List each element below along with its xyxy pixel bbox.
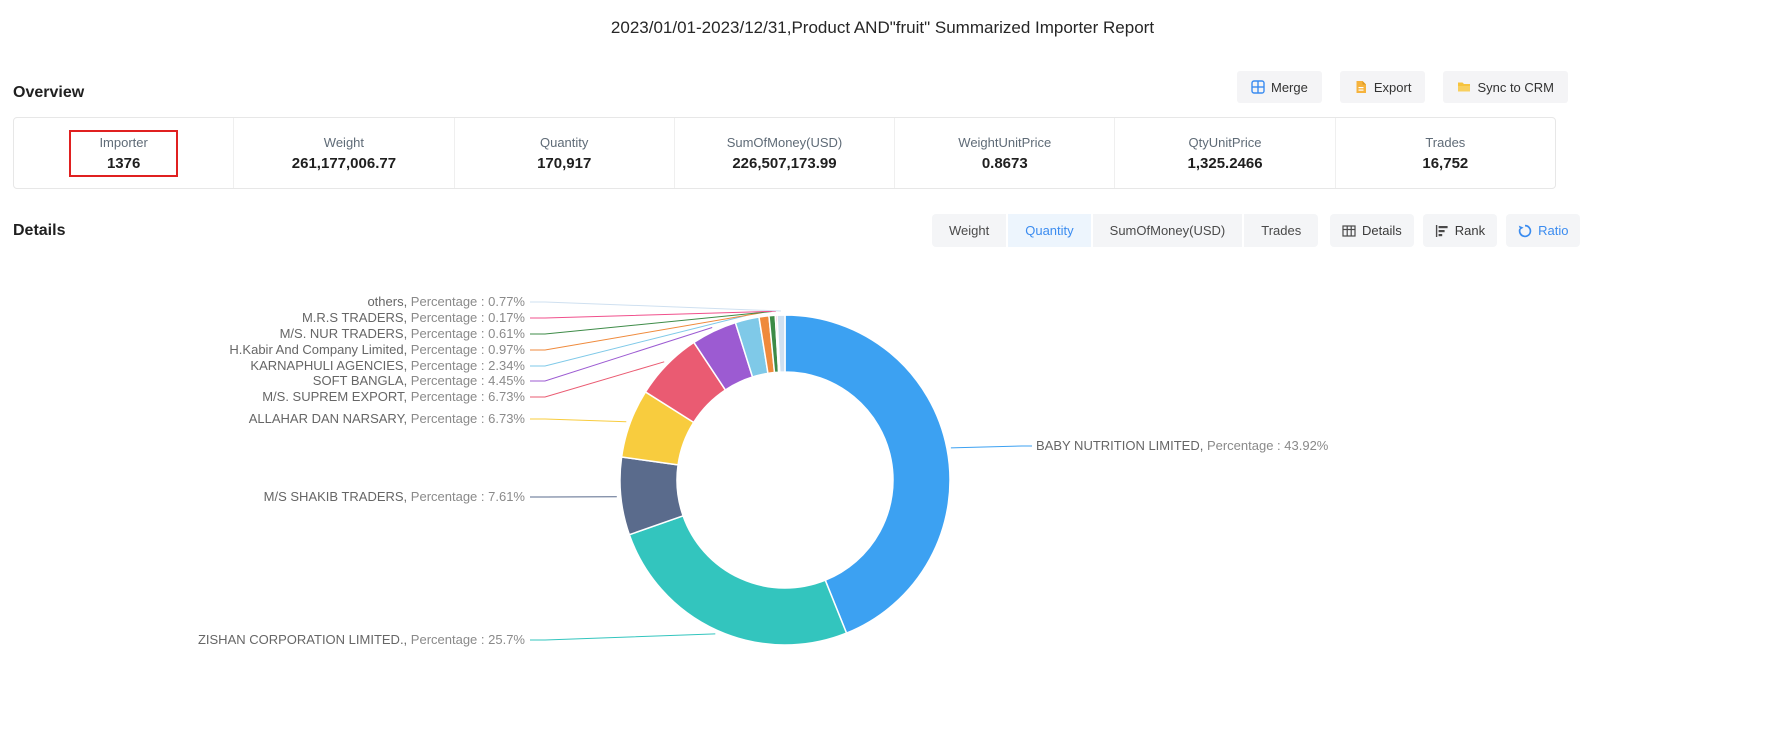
stat-qtyunitprice[interactable]: QtyUnitPrice 1,325.2466 (1115, 118, 1335, 188)
pie-label-baby-nutrition-limited: BABY NUTRITION LIMITED, Percentage : 43.… (1036, 438, 1329, 453)
report-title: 2023/01/01-2023/12/31,Product AND"fruit"… (0, 18, 1765, 38)
tab-quantity[interactable]: Quantity (1008, 214, 1090, 247)
stat-value: 1,325.2466 (1188, 155, 1263, 172)
stat-label: WeightUnitPrice (958, 135, 1051, 150)
export-button[interactable]: Export (1340, 71, 1426, 103)
pie-leader-line (530, 419, 626, 422)
stat-content: Trades 16,752 (1404, 130, 1486, 177)
merge-label: Merge (1271, 80, 1308, 95)
pie-leader-line (951, 446, 1032, 448)
stat-highlight-box: Importer 1376 (69, 130, 177, 177)
stat-content: QtyUnitPrice 1,325.2466 (1170, 130, 1281, 177)
stat-value: 0.8673 (958, 155, 1051, 172)
ratio-pie-chart: BABY NUTRITION LIMITED, Percentage : 43.… (0, 0, 1765, 741)
export-icon (1354, 80, 1368, 94)
view-rank-button[interactable]: Rank (1423, 214, 1497, 247)
pie-label-allahar-dan-narsary: ALLAHAR DAN NARSARY, Percentage : 6.73% (249, 411, 526, 426)
pie-label-soft-bangla: SOFT BANGLA, Percentage : 4.45% (313, 373, 526, 388)
merge-button[interactable]: Merge (1237, 71, 1322, 103)
details-heading: Details (13, 222, 65, 240)
pie-label-h-kabir-and-company-limited: H.Kabir And Company Limited, Percentage … (229, 342, 525, 357)
stat-content: Weight 261,177,006.77 (274, 130, 414, 177)
view-details-label: Details (1362, 223, 1402, 238)
view-tabs: Details Rank Ratio (1330, 214, 1580, 247)
merge-icon (1251, 80, 1265, 94)
stat-value: 261,177,006.77 (292, 155, 396, 172)
tab-trades[interactable]: Trades (1244, 214, 1318, 247)
pie-label-m-s-nur-traders: M/S. NUR TRADERS, Percentage : 0.61% (280, 326, 526, 341)
view-ratio-button[interactable]: Ratio (1506, 214, 1580, 247)
sync-to-crm-button[interactable]: Sync to CRM (1443, 71, 1568, 103)
view-details-button[interactable]: Details (1330, 214, 1414, 247)
overview-actions: Merge Export Sync to CRM (1237, 71, 1568, 103)
pie-label-m-s-shakib-traders: M/S SHAKIB TRADERS, Percentage : 7.61% (264, 489, 526, 504)
pie-leader-line (530, 302, 781, 311)
pie-label-karnaphuli-agencies: KARNAPHULI AGENCIES, Percentage : 2.34% (250, 358, 525, 373)
stat-content: Quantity 170,917 (519, 130, 609, 177)
stat-sumofmoney-usd[interactable]: SumOfMoney(USD) 226,507,173.99 (675, 118, 895, 188)
stat-value: 170,917 (537, 155, 591, 172)
page: 2023/01/01-2023/12/31,Product AND"fruit"… (0, 0, 1765, 741)
tab-weight[interactable]: Weight (932, 214, 1006, 247)
stat-importer[interactable]: Importer 1376 (14, 118, 234, 188)
pie-label-m-r-s-traders: M.R.S TRADERS, Percentage : 0.17% (302, 310, 525, 325)
metric-tabs: WeightQuantitySumOfMoney(USD)Trades (932, 214, 1318, 247)
stat-label: SumOfMoney(USD) (727, 135, 843, 150)
tab-sumofmoney-usd[interactable]: SumOfMoney(USD) (1093, 214, 1243, 247)
stat-value: 1376 (99, 155, 147, 172)
stat-content: WeightUnitPrice 0.8673 (940, 130, 1069, 177)
stat-weightunitprice[interactable]: WeightUnitPrice 0.8673 (895, 118, 1115, 188)
view-rank-label: Rank (1455, 223, 1485, 238)
pie-slice-zishan-corporation-limited[interactable] (629, 516, 846, 645)
stat-value: 16,752 (1422, 155, 1468, 172)
ratio-icon (1518, 224, 1532, 238)
pie-leader-line (530, 311, 776, 318)
stat-label: QtyUnitPrice (1188, 135, 1263, 150)
pie-label-others: others, Percentage : 0.77% (367, 294, 525, 309)
overview-stats: Importer 1376 Weight 261,177,006.77 Quantity… (13, 117, 1556, 189)
pie-label-zishan-corporation-limited: ZISHAN CORPORATION LIMITED., Percentage … (198, 632, 525, 647)
stat-quantity[interactable]: Quantity 170,917 (455, 118, 675, 188)
export-label: Export (1374, 80, 1412, 95)
view-ratio-label: Ratio (1538, 223, 1568, 238)
rank-icon (1435, 224, 1449, 238)
pie-leader-line (530, 634, 715, 640)
stat-label: Trades (1422, 135, 1468, 150)
stat-content: SumOfMoney(USD) 226,507,173.99 (709, 130, 861, 177)
stat-value: 226,507,173.99 (727, 155, 843, 172)
stat-label: Weight (292, 135, 396, 150)
overview-heading: Overview (13, 84, 84, 102)
sync-icon (1457, 80, 1471, 94)
details-icon (1342, 224, 1356, 238)
sync-to-crm-label: Sync to CRM (1477, 80, 1554, 95)
stat-label: Quantity (537, 135, 591, 150)
stat-label: Importer (99, 135, 147, 150)
pie-label-m-s-suprem-export: M/S. SUPREM EXPORT, Percentage : 6.73% (262, 389, 525, 404)
stat-trades[interactable]: Trades 16,752 (1336, 118, 1555, 188)
pie-leader-line (530, 362, 664, 397)
stat-weight[interactable]: Weight 261,177,006.77 (234, 118, 454, 188)
